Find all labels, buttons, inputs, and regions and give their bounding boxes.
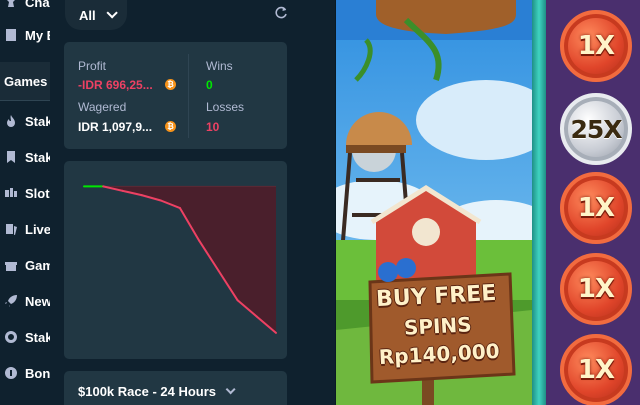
refresh-icon[interactable] bbox=[274, 6, 288, 20]
sidebar-item-game-shows[interactable]: Gam bbox=[0, 250, 50, 280]
sidebar-item-label: Chal bbox=[25, 0, 50, 10]
cards-icon bbox=[4, 222, 18, 236]
multiplier-label: 1X bbox=[577, 274, 615, 304]
race-label: $100k Race - 24 Hours bbox=[78, 383, 217, 399]
gift-icon bbox=[4, 258, 18, 272]
buy-free-spins-button[interactable]: BUY FREE SPINS Rp140,000 bbox=[367, 273, 509, 390]
sidebar-item-bonus-buy[interactable]: Bonu bbox=[0, 358, 50, 388]
sidebar: Chal My B Games Stak Stak Slots Live Gam… bbox=[0, 0, 50, 405]
challenges-icon bbox=[4, 0, 18, 9]
multiplier-label: 1X bbox=[577, 193, 615, 223]
sidebar-divider bbox=[0, 100, 50, 101]
multiplier-label: 1X bbox=[577, 31, 615, 61]
multiplier-label: 1X bbox=[577, 355, 615, 385]
sidebar-item-stake-originals[interactable]: Stak bbox=[0, 106, 50, 136]
filter-label: All bbox=[79, 7, 96, 23]
sidebar-item-stake-exclusives[interactable]: Stak bbox=[0, 142, 50, 172]
profit-label: Profit bbox=[78, 59, 107, 73]
bitcoin-icon: ₿ bbox=[165, 79, 176, 90]
sidebar-item-label: New bbox=[25, 293, 50, 309]
multiplier-label: 25X bbox=[570, 114, 622, 144]
losses-value: 10 bbox=[206, 120, 220, 134]
profit-chart-svg bbox=[83, 185, 277, 334]
live-stats-panel: All Profit -IDR 696,25... ₿ Wagered IDR … bbox=[50, 0, 336, 405]
multiplier-coin: 1X bbox=[560, 10, 632, 82]
sidebar-item-label: Stak bbox=[25, 113, 50, 129]
stats-filter-dropdown[interactable]: All bbox=[65, 0, 127, 30]
sign-line-3: Rp140,000 bbox=[378, 338, 501, 370]
stats-divider bbox=[188, 54, 189, 138]
sidebar-item-label: Gam bbox=[25, 257, 50, 273]
chevron-down-icon bbox=[106, 7, 118, 19]
race-dropdown[interactable]: $100k Race - 24 Hours bbox=[64, 371, 287, 405]
stats-card: Profit -IDR 696,25... ₿ Wagered IDR 1,09… bbox=[64, 42, 287, 149]
sidebar-item-live-casino[interactable]: Live bbox=[0, 214, 50, 244]
sidebar-item-label: Slots bbox=[25, 185, 50, 201]
rocket-icon bbox=[4, 294, 18, 308]
sidebar-item-challenges[interactable]: Chal bbox=[0, 0, 50, 17]
wagered-value: IDR 1,097,9... bbox=[78, 120, 153, 134]
sidebar-item-stake-poker[interactable]: Stak bbox=[0, 322, 50, 352]
profit-value: -IDR 696,25... bbox=[78, 78, 153, 92]
losses-label: Losses bbox=[206, 100, 245, 114]
bonus-icon bbox=[4, 366, 18, 380]
sidebar-item-label: Live bbox=[25, 221, 50, 237]
multiplier-coin: 25X bbox=[560, 93, 632, 165]
multiplier-coin: 1X bbox=[560, 253, 632, 325]
sidebar-item-label: Bonu bbox=[25, 365, 50, 381]
multiplier-coin: 1X bbox=[560, 334, 632, 405]
wins-value: 0 bbox=[206, 78, 213, 92]
sidebar-section-label: Games bbox=[4, 73, 48, 89]
sidebar-item-new-releases[interactable]: New bbox=[0, 286, 50, 316]
poker-chip-icon bbox=[4, 330, 18, 344]
sidebar-section-games[interactable]: Games bbox=[0, 62, 50, 100]
bitcoin-icon: ₿ bbox=[165, 121, 176, 132]
chevron-down-icon bbox=[225, 383, 236, 394]
wagered-label: Wagered bbox=[78, 100, 127, 114]
sidebar-item-label: Stak bbox=[25, 329, 50, 345]
wins-label: Wins bbox=[206, 59, 233, 73]
sidebar-item-label: Stak bbox=[25, 149, 50, 165]
my-bets-icon bbox=[4, 28, 18, 42]
sidebar-item-label: My B bbox=[25, 27, 50, 43]
profit-chart bbox=[64, 161, 287, 359]
sign-line-2: SPINS bbox=[403, 312, 473, 340]
reel-frame bbox=[532, 0, 546, 405]
sidebar-item-slots[interactable]: Slots bbox=[0, 178, 50, 208]
fire-icon bbox=[4, 114, 18, 128]
slot-game-area[interactable]: BUY FREE SPINS Rp140,000 1X 25X 1X 1X 1X bbox=[336, 0, 640, 405]
slots-icon bbox=[4, 186, 18, 200]
sidebar-item-my-bets[interactable]: My B bbox=[0, 20, 50, 50]
multiplier-coin: 1X bbox=[560, 172, 632, 244]
bookmark-icon bbox=[4, 150, 18, 164]
sign-line-1: BUY FREE bbox=[375, 280, 497, 313]
